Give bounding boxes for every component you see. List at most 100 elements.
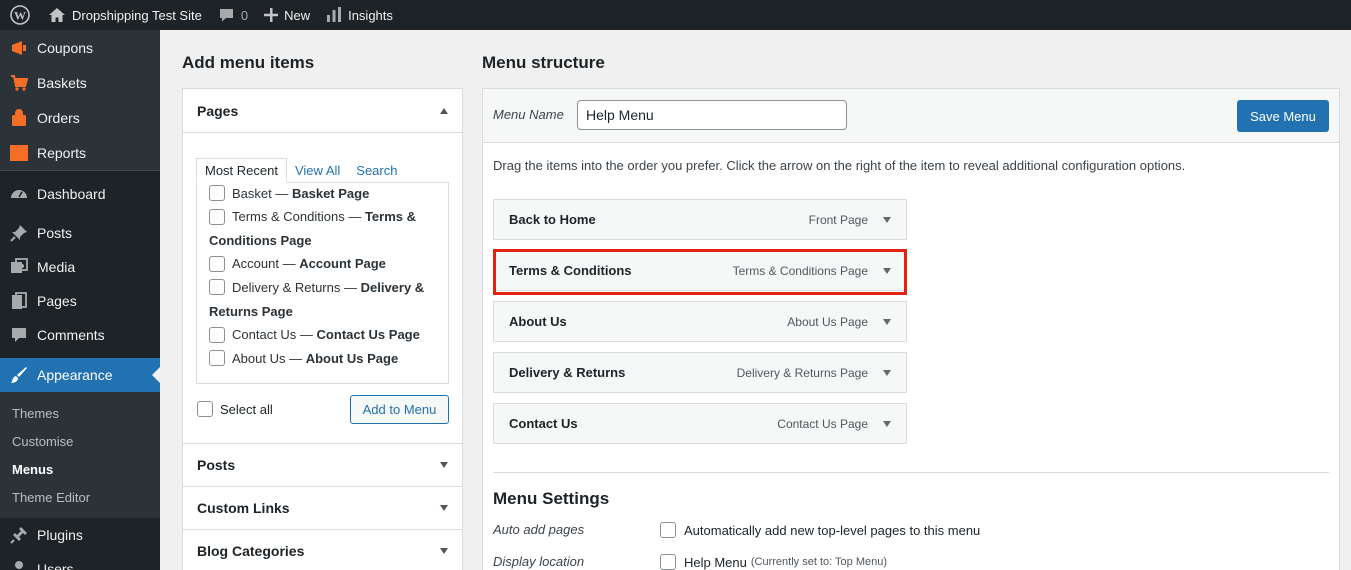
sidebar-item-orders[interactable]: Orders bbox=[0, 100, 160, 135]
site-name-link[interactable]: Dropshipping Test Site bbox=[40, 0, 210, 30]
list-item: Contact Us — Contact Us Page bbox=[232, 327, 420, 342]
page-tag: Basket Page bbox=[291, 186, 370, 201]
location-checkbox[interactable] bbox=[660, 554, 676, 570]
page-name: About Us bbox=[232, 351, 286, 366]
submenu-item-customise[interactable]: Customise bbox=[0, 427, 160, 455]
sidebar-item-label: Plugins bbox=[37, 527, 83, 543]
pages-accordion-header[interactable]: Pages bbox=[183, 89, 462, 133]
custom-links-accordion[interactable]: Custom Links bbox=[182, 486, 463, 530]
menu-structure-title: Menu structure bbox=[482, 53, 605, 72]
new-label: New bbox=[284, 7, 311, 23]
sidebar-item-media[interactable]: Media bbox=[0, 250, 160, 284]
wordpress-logo-icon[interactable]: W bbox=[0, 0, 40, 30]
plug-icon bbox=[9, 525, 29, 545]
users-icon bbox=[9, 559, 29, 570]
menu-item-type: Delivery & Returns Page bbox=[736, 365, 868, 380]
custom-links-accordion-title: Custom Links bbox=[197, 500, 290, 516]
sidebar-item-posts[interactable]: Posts bbox=[0, 216, 160, 250]
page-checkbox-basket[interactable] bbox=[209, 185, 225, 201]
expand-arrow-icon[interactable] bbox=[883, 318, 891, 325]
menu-item-title: Delivery & Returns bbox=[509, 365, 626, 380]
page-tag: About Us Page bbox=[305, 351, 399, 366]
home-icon bbox=[48, 7, 66, 23]
sidebar-item-reports[interactable]: Reports bbox=[0, 135, 160, 170]
page-checkbox-contact[interactable] bbox=[209, 327, 225, 343]
page-tag: Account Page bbox=[299, 256, 386, 271]
submenu-item-theme-editor[interactable]: Theme Editor bbox=[0, 483, 160, 511]
menu-name-label: Menu Name bbox=[493, 107, 564, 122]
reports-icon bbox=[9, 143, 29, 163]
tab-view-all[interactable]: View All bbox=[287, 158, 348, 183]
plus-icon bbox=[264, 8, 279, 22]
auto-add-checkbox[interactable] bbox=[660, 522, 676, 538]
sidebar-item-label: Baskets bbox=[37, 74, 87, 91]
sidebar-item-baskets[interactable]: Baskets bbox=[0, 65, 160, 100]
save-menu-button[interactable]: Save Menu bbox=[1237, 100, 1329, 132]
sidebar-item-dashboard[interactable]: Dashboard bbox=[0, 176, 160, 211]
collapse-arrow-icon bbox=[440, 107, 448, 114]
page-name: Basket bbox=[232, 186, 272, 201]
menu-item-type: Contact Us Page bbox=[777, 416, 868, 431]
submenu-item-themes[interactable]: Themes bbox=[0, 399, 160, 427]
list-item: Account — Account Page bbox=[232, 256, 386, 271]
page-checkbox-about[interactable] bbox=[209, 350, 225, 366]
expand-arrow-icon bbox=[440, 462, 448, 468]
page-name: Delivery & Returns bbox=[232, 280, 341, 295]
location-option-label: Help Menu bbox=[684, 554, 747, 570]
select-all-checkbox[interactable] bbox=[197, 401, 213, 417]
svg-text:W: W bbox=[14, 9, 26, 23]
blog-categories-accordion-title: Blog Categories bbox=[197, 543, 305, 559]
sidebar-item-label: Appearance bbox=[37, 367, 113, 383]
sidebar-item-label: Dashboard bbox=[37, 185, 106, 202]
menu-item-title: Contact Us bbox=[509, 416, 578, 431]
tab-search[interactable]: Search bbox=[348, 158, 405, 183]
new-content-link[interactable]: New bbox=[256, 0, 318, 30]
pushpin-icon bbox=[9, 223, 29, 243]
site-name: Dropshipping Test Site bbox=[72, 7, 202, 23]
menu-settings-title: Menu Settings bbox=[493, 489, 610, 508]
sidebar-item-label: Coupons bbox=[37, 39, 94, 56]
page-checkbox-account[interactable] bbox=[209, 256, 225, 272]
sidebar-item-comments[interactable]: Comments bbox=[0, 318, 160, 352]
menu-name-input[interactable]: Help Menu bbox=[577, 100, 847, 130]
posts-accordion[interactable]: Posts bbox=[182, 443, 463, 487]
menu-item-contact-us[interactable]: Contact Us Contact Us Page bbox=[493, 403, 907, 444]
page-name: Terms & Conditions bbox=[232, 209, 345, 224]
menu-item-delivery-returns[interactable]: Delivery & Returns Delivery & Returns Pa… bbox=[493, 352, 907, 393]
posts-accordion-title: Posts bbox=[197, 457, 236, 473]
bar-chart-icon bbox=[326, 7, 342, 23]
highlight-box bbox=[493, 249, 907, 295]
auto-add-option: Automatically add new top-level pages to… bbox=[660, 522, 980, 538]
sidebar-item-coupons[interactable]: Coupons bbox=[0, 30, 160, 65]
admin-sidebar: Coupons Baskets Orders Reports Dashboard… bbox=[0, 30, 160, 570]
submenu-item-menus[interactable]: Menus bbox=[0, 455, 160, 483]
tab-most-recent[interactable]: Most Recent bbox=[196, 158, 287, 183]
sidebar-item-appearance[interactable]: Appearance bbox=[0, 358, 160, 392]
page-tag: Contact Us Page bbox=[316, 327, 420, 342]
list-item: Basket — Basket Page bbox=[232, 186, 370, 201]
sidebar-item-pages[interactable]: Pages bbox=[0, 284, 160, 318]
expand-arrow-icon bbox=[440, 548, 448, 554]
add-to-menu-button[interactable]: Add to Menu bbox=[350, 395, 449, 424]
menu-item-about-us[interactable]: About Us About Us Page bbox=[493, 301, 907, 342]
list-item: About Us — About Us Page bbox=[232, 351, 399, 366]
insights-link[interactable]: Insights bbox=[318, 0, 401, 30]
expand-arrow-icon[interactable] bbox=[883, 216, 891, 223]
menu-item-type: About Us Page bbox=[787, 314, 868, 329]
add-menu-items-title: Add menu items bbox=[182, 53, 315, 72]
sidebar-item-label: Orders bbox=[37, 109, 80, 126]
auto-add-option-label: Automatically add new top-level pages to… bbox=[684, 522, 981, 538]
sidebar-item-plugins[interactable]: Plugins bbox=[0, 518, 160, 552]
sidebar-item-users[interactable]: Users bbox=[0, 552, 160, 570]
expand-arrow-icon[interactable] bbox=[883, 369, 891, 376]
bag-icon bbox=[9, 108, 29, 128]
pages-icon bbox=[9, 291, 29, 311]
comments-link[interactable]: 0 bbox=[210, 0, 256, 30]
sidebar-item-label: Posts bbox=[37, 225, 73, 241]
menu-item-back-to-home[interactable]: Back to Home Front Page bbox=[493, 199, 907, 240]
insights-label: Insights bbox=[348, 7, 393, 23]
menu-item-title: About Us bbox=[509, 314, 567, 329]
select-all-label: Select all bbox=[220, 401, 273, 417]
expand-arrow-icon[interactable] bbox=[883, 420, 891, 427]
blog-categories-accordion[interactable]: Blog Categories bbox=[182, 529, 463, 570]
